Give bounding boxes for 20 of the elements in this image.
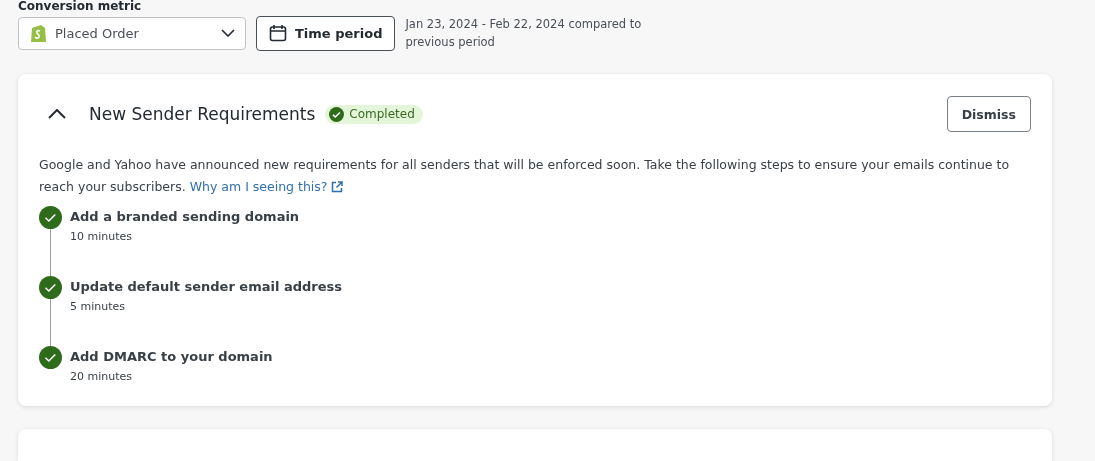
step-duration: 10 minutes bbox=[70, 230, 134, 243]
date-range-text: Jan 23, 2024 - Feb 22, 2024 compared to previous period bbox=[405, 16, 643, 51]
status-badge: Completed bbox=[325, 104, 423, 124]
calendar-icon bbox=[269, 24, 287, 42]
dismiss-button[interactable]: Dismiss bbox=[946, 96, 1031, 132]
metric-select[interactable]: Placed Order bbox=[18, 16, 246, 50]
step-duration: 20 minutes bbox=[70, 370, 134, 383]
external-link-icon bbox=[331, 181, 344, 193]
help-link[interactable]: Why am I seeing this? bbox=[189, 176, 344, 198]
card-title: New Sender Requirements bbox=[89, 104, 316, 124]
step-title: Add a branded sending domain bbox=[70, 208, 300, 226]
time-period-button[interactable]: Time period bbox=[256, 15, 396, 51]
field-label: Conversion metric bbox=[18, 0, 143, 13]
select-value: Placed Order bbox=[55, 25, 140, 41]
step-title: Update default sender email address bbox=[70, 278, 343, 296]
step-title: Add DMARC to your domain bbox=[70, 348, 273, 366]
chevron-down-icon bbox=[221, 29, 235, 37]
step-duration: 5 minutes bbox=[70, 300, 127, 313]
shopping-bag-icon bbox=[29, 23, 47, 43]
description-text: Google and Yahoo have announced new requirements for all senders that will be enforced soon. Take the following steps to ensure your emails continue to reach your subscribers. Why am I seeing this? bbox=[39, 154, 1031, 198]
